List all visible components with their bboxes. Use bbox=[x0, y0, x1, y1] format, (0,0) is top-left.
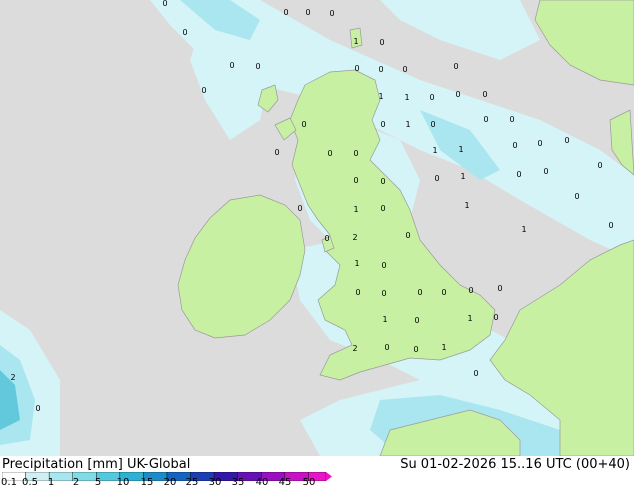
precip-value-label: 1 bbox=[353, 37, 358, 46]
precip-value-label: 0 bbox=[537, 139, 542, 148]
precip-value-label: 1 bbox=[404, 93, 409, 102]
precip-value-label: 0 bbox=[482, 90, 487, 99]
precip-value-label: 2 bbox=[352, 344, 357, 353]
precip-value-label: 0 bbox=[608, 221, 613, 230]
color-scale-tick-label: 35 bbox=[231, 477, 245, 488]
precip-value-label: 1 bbox=[354, 259, 359, 268]
precip-value-label: 2 bbox=[10, 373, 15, 382]
color-scale-tick-label: 15 bbox=[140, 477, 154, 488]
precip-value-label: 0 bbox=[543, 167, 548, 176]
precip-value-label: 0 bbox=[381, 261, 386, 270]
precip-value-label: 0 bbox=[379, 38, 384, 47]
color-scale-tick-label: 25 bbox=[185, 477, 199, 488]
precip-value-label: 0 bbox=[402, 65, 407, 74]
map-canvas: 0 0 0 0 0 0 1 0 0 0 0 0 0 0 1 1 0 0 0 0 1 0 0 0 0 0 0 0 1 1 0 0 0 0 1 0 0 0 0 0… bbox=[0, 0, 634, 456]
color-scale-tick-label: 0.1 bbox=[1, 477, 17, 488]
precip-value-label: 0 bbox=[453, 62, 458, 71]
precip-value-label: 0 bbox=[297, 204, 302, 213]
precip-value-label: 0 bbox=[380, 177, 385, 186]
precip-value-label: 1 bbox=[467, 314, 472, 323]
precip-value-label: 0 bbox=[597, 161, 602, 170]
precip-value-label: 0 bbox=[455, 90, 460, 99]
precip-value-label: 0 bbox=[483, 115, 488, 124]
color-scale-tick-label: 50 bbox=[302, 477, 316, 488]
precip-value-label: 0 bbox=[473, 369, 478, 378]
color-scale-tick-label: 2 bbox=[72, 477, 80, 488]
precip-value-label: 0 bbox=[512, 141, 517, 150]
precip-value-label: 0 bbox=[380, 120, 385, 129]
precipitation-map: 0 0 0 0 0 0 1 0 0 0 0 0 0 0 1 1 0 0 0 0 1 0 0 0 0 0 0 0 1 1 0 0 0 0 1 0 0 0 0 0… bbox=[0, 0, 634, 456]
precip-value-label: 0 bbox=[380, 204, 385, 213]
color-scale-tick-label: 0.5 bbox=[22, 477, 38, 488]
legend-bar: Precipitation [mm] UK-Global Su 01-02-20… bbox=[0, 456, 634, 490]
precip-value-label: 2 bbox=[352, 233, 357, 242]
precip-value-label: 0 bbox=[493, 313, 498, 322]
precip-value-label: 1 bbox=[353, 205, 358, 214]
precip-value-label: 0 bbox=[384, 343, 389, 352]
map-title: Precipitation [mm] UK-Global bbox=[2, 457, 190, 472]
color-scale-tick-label: 40 bbox=[255, 477, 269, 488]
precip-value-label: 0 bbox=[283, 8, 288, 17]
precip-value-label: 1 bbox=[458, 145, 463, 154]
precip-value-label: 0 bbox=[378, 65, 383, 74]
precip-value-label: 1 bbox=[382, 315, 387, 324]
color-scale-tick-label: 1 bbox=[47, 477, 55, 488]
precip-value-label: 0 bbox=[497, 284, 502, 293]
precip-value-label: 0 bbox=[413, 345, 418, 354]
color-scale-tick-label: 10 bbox=[116, 477, 130, 488]
precip-value-label: 0 bbox=[229, 61, 234, 70]
precip-value-label: 0 bbox=[329, 9, 334, 18]
color-scale-tick-label: 45 bbox=[278, 477, 292, 488]
precip-value-label: 0 bbox=[301, 120, 306, 129]
precip-value-label: 0 bbox=[201, 86, 206, 95]
precip-value-label: 1 bbox=[432, 146, 437, 155]
precip-value-label: 0 bbox=[381, 289, 386, 298]
precip-value-label: 0 bbox=[429, 93, 434, 102]
precip-value-label: 0 bbox=[182, 28, 187, 37]
color-scale-ticks: 0.1 0.5 1 2 5 10 15 20 25 30 35 40 45 50 bbox=[0, 477, 634, 490]
product-name: Precipitation [mm] bbox=[2, 457, 123, 472]
precip-value-label: 1 bbox=[460, 172, 465, 181]
precip-value-label: 0 bbox=[274, 148, 279, 157]
precip-value-label: 1 bbox=[464, 201, 469, 210]
color-scale-tick-label: 20 bbox=[163, 477, 177, 488]
precip-value-label: 0 bbox=[353, 176, 358, 185]
precip-value-label: 0 bbox=[468, 286, 473, 295]
precip-value-label: 0 bbox=[35, 404, 40, 413]
precip-value-label: 0 bbox=[327, 149, 332, 158]
precip-value-label: 0 bbox=[434, 174, 439, 183]
precip-value-label: 0 bbox=[162, 0, 167, 8]
color-scale-tick-label: 5 bbox=[94, 477, 102, 488]
precip-value-label: 0 bbox=[353, 149, 358, 158]
precip-value-label: 0 bbox=[355, 288, 360, 297]
precip-value-label: 0 bbox=[417, 288, 422, 297]
precip-value-label: 0 bbox=[405, 231, 410, 240]
color-scale-tick-label: 30 bbox=[208, 477, 222, 488]
precip-value-label: 0 bbox=[414, 316, 419, 325]
precip-value-label: 1 bbox=[441, 343, 446, 352]
precip-value-label: 0 bbox=[516, 170, 521, 179]
precip-value-label: 1 bbox=[405, 120, 410, 129]
precip-value-label: 0 bbox=[255, 62, 260, 71]
precip-value-label: 1 bbox=[378, 92, 383, 101]
precip-value-label: 0 bbox=[574, 192, 579, 201]
precip-value-label: 0 bbox=[564, 136, 569, 145]
valid-time: Su 01-02-2026 15..16 UTC (00+40) bbox=[400, 457, 630, 472]
precip-value-label: 0 bbox=[354, 64, 359, 73]
precip-value-label: 0 bbox=[509, 115, 514, 124]
precip-value-label: 0 bbox=[305, 8, 310, 17]
precip-value-label: 0 bbox=[430, 120, 435, 129]
precip-value-label: 1 bbox=[521, 225, 526, 234]
model-name: UK-Global bbox=[127, 457, 191, 472]
precip-value-label: 0 bbox=[324, 234, 329, 243]
precip-value-label: 0 bbox=[441, 288, 446, 297]
